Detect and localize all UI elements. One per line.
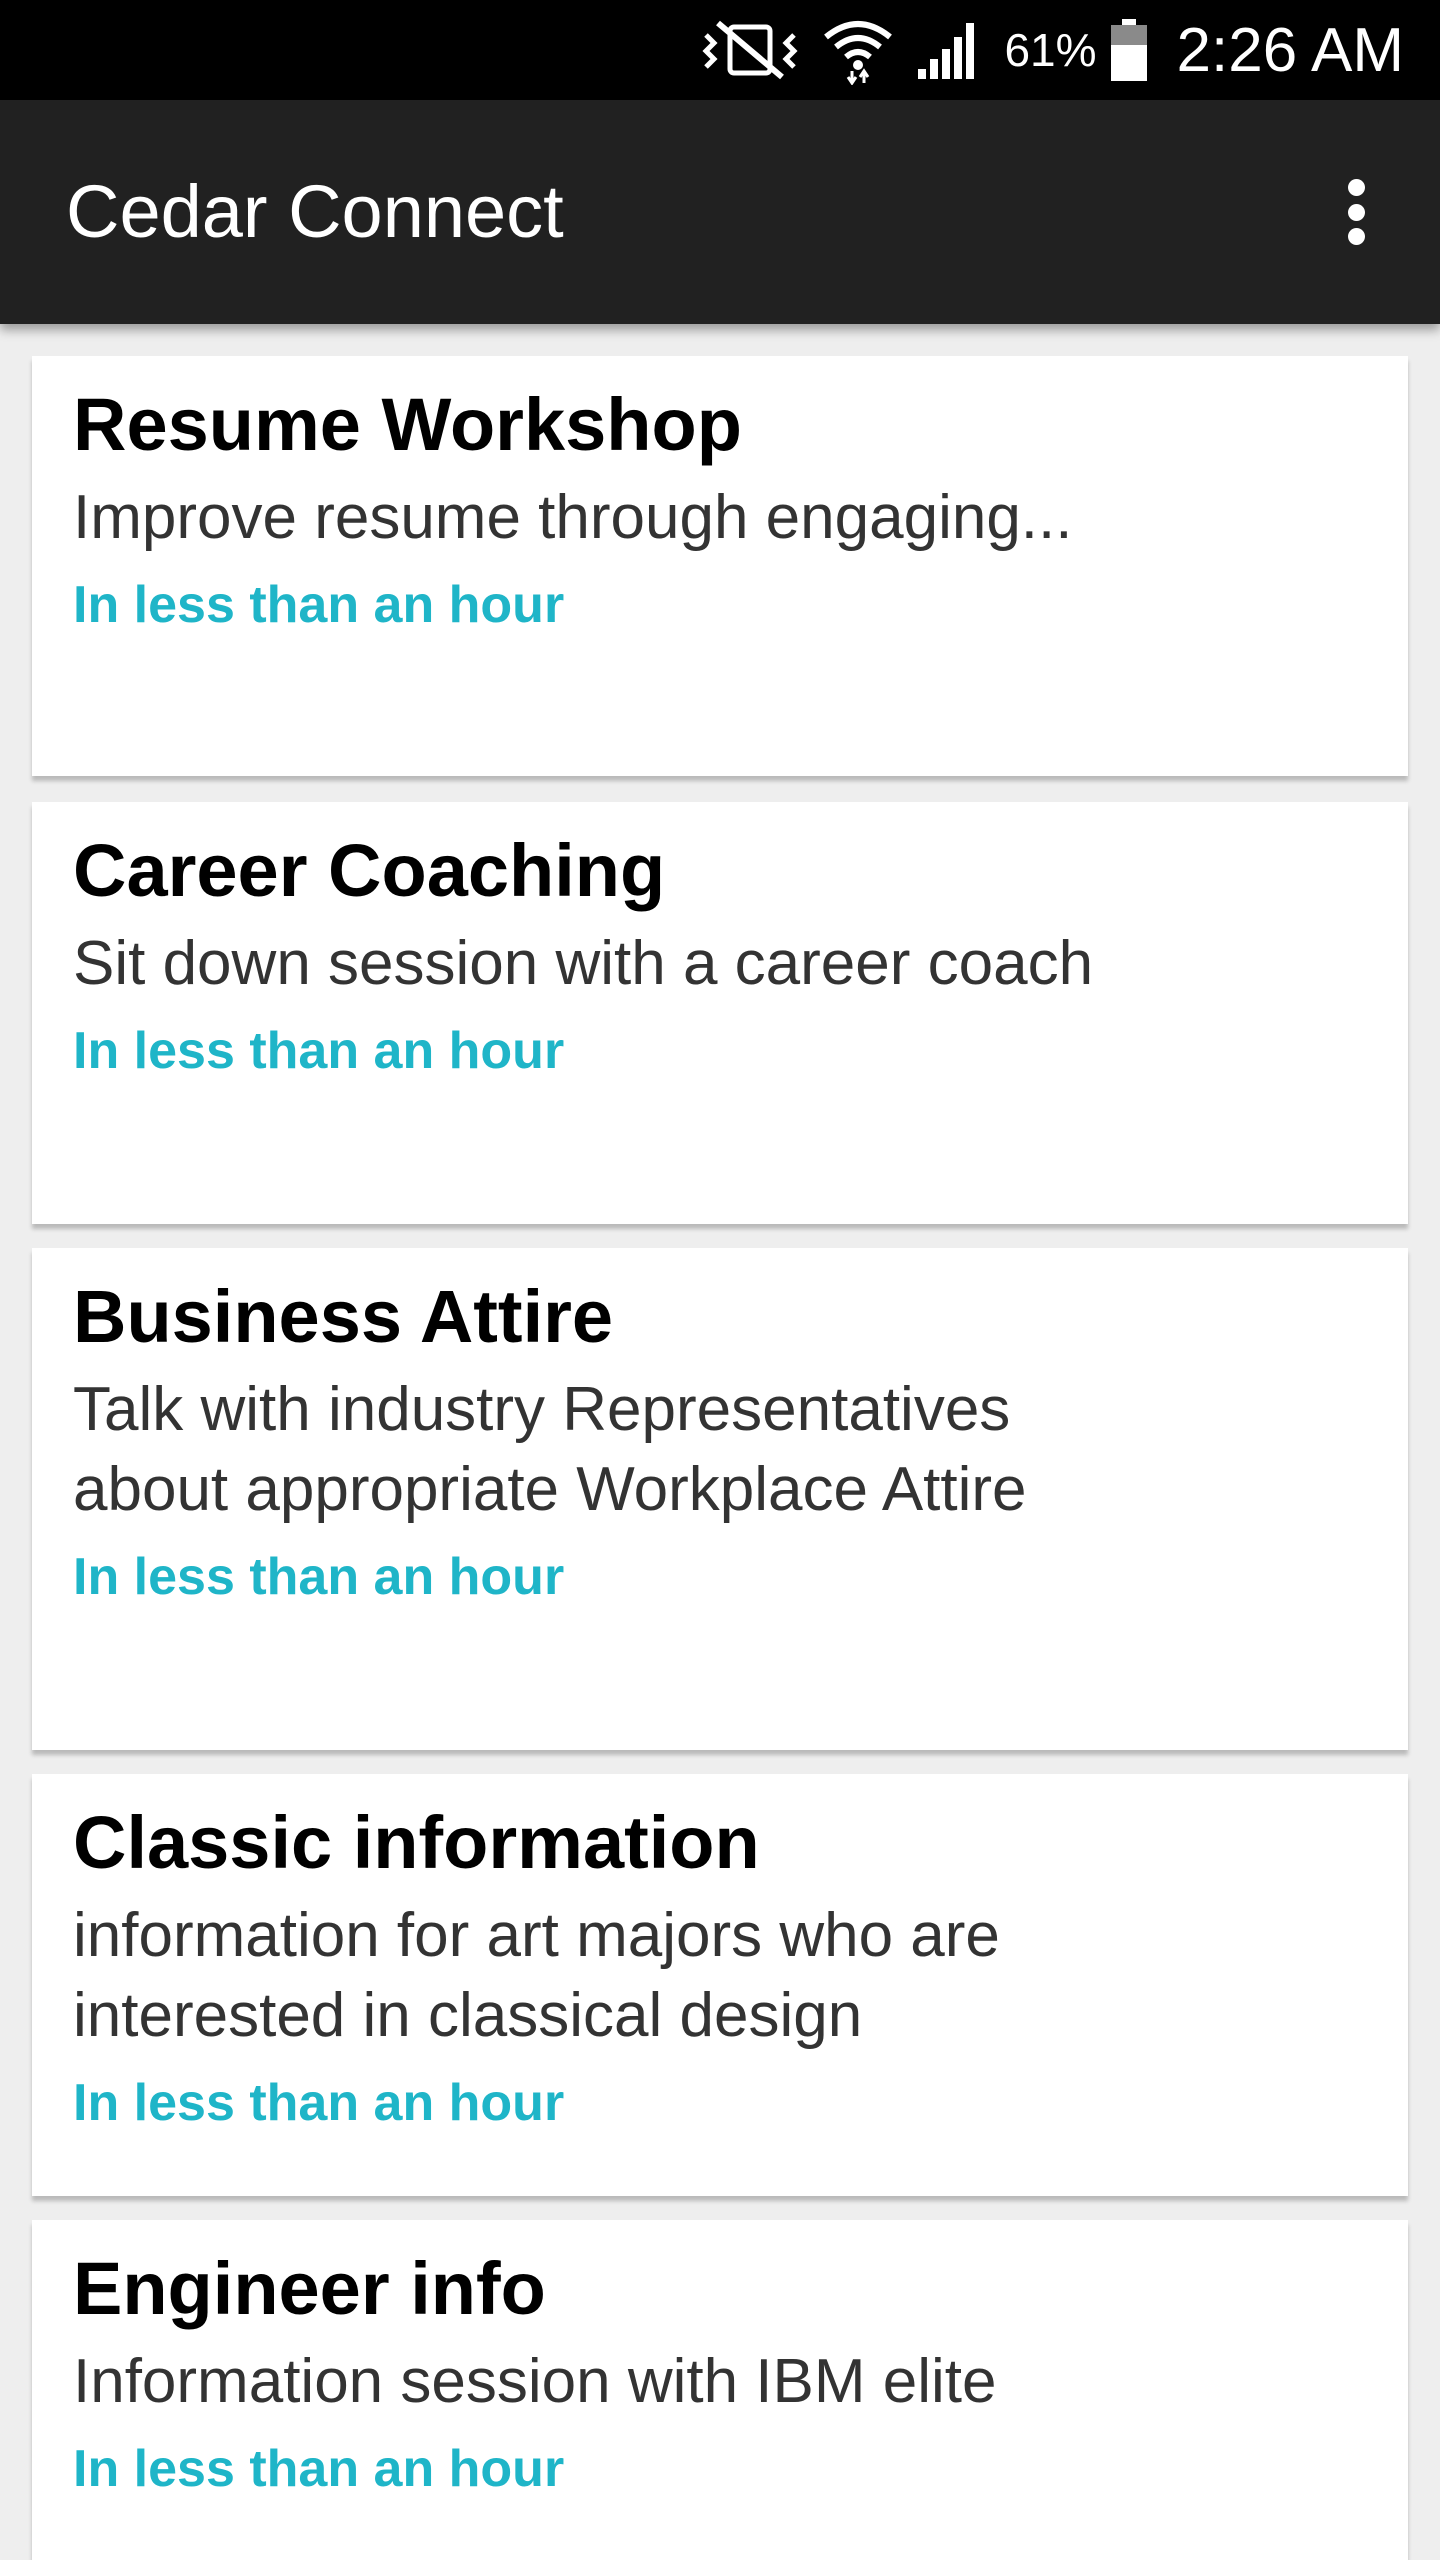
status-bar: 61% 2:26 AM bbox=[0, 0, 1440, 100]
battery-percent: 61% bbox=[1004, 24, 1097, 76]
overflow-menu-icon bbox=[1347, 179, 1365, 245]
app-title: Cedar Connect bbox=[66, 170, 564, 253]
event-title: Classic information bbox=[73, 1801, 760, 1884]
event-time: In less than an hour bbox=[73, 2074, 565, 2132]
event-list[interactable]: Resume Workshop Improve resume through e… bbox=[0, 324, 1440, 2560]
cell-signal-icon bbox=[916, 15, 982, 85]
event-time: In less than an hour bbox=[73, 1548, 565, 1606]
event-description: information for art majors who are inter… bbox=[73, 1901, 1000, 2050]
status-clock: 2:26 AM bbox=[1176, 15, 1404, 85]
battery-icon bbox=[1109, 15, 1149, 85]
event-description: Talk with industry Representatives about… bbox=[73, 1375, 1027, 1524]
event-description: Improve resume through engaging... bbox=[73, 483, 1073, 552]
event-card[interactable]: Classic information information for art … bbox=[32, 1774, 1408, 2196]
event-time: In less than an hour bbox=[73, 1022, 565, 1080]
vibrate-mute-icon bbox=[700, 15, 800, 85]
event-card[interactable]: Resume Workshop Improve resume through e… bbox=[32, 356, 1408, 776]
overflow-menu-button[interactable] bbox=[1306, 162, 1406, 262]
event-time: In less than an hour bbox=[73, 576, 565, 634]
event-title: Career Coaching bbox=[73, 829, 666, 912]
event-title: Resume Workshop bbox=[73, 383, 742, 466]
event-time: In less than an hour bbox=[73, 2440, 565, 2498]
event-description: Sit down session with a career coach bbox=[73, 929, 1094, 998]
event-card[interactable]: Business Attire Talk with industry Repre… bbox=[32, 1248, 1408, 1750]
event-title: Engineer info bbox=[73, 2247, 546, 2330]
event-card[interactable]: Career Coaching Sit down session with a … bbox=[32, 802, 1408, 1224]
wifi-icon bbox=[822, 15, 894, 85]
event-card[interactable]: Engineer info Information session with I… bbox=[32, 2220, 1408, 2560]
event-description: Information session with IBM elite bbox=[73, 2347, 997, 2416]
event-title: Business Attire bbox=[73, 1275, 614, 1358]
app-bar: Cedar Connect bbox=[0, 100, 1440, 324]
